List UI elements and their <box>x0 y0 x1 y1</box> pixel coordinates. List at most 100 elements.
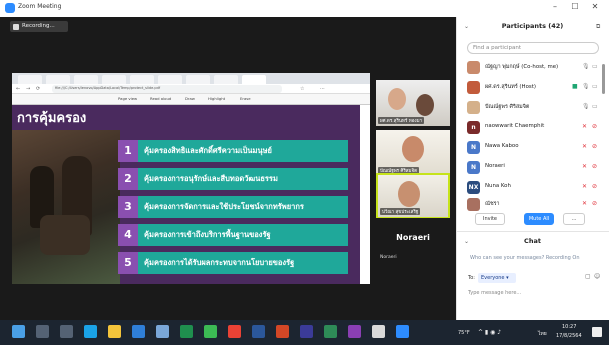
powerpoint-icon[interactable] <box>276 325 289 338</box>
tool-highlight[interactable]: Highlight <box>208 96 225 101</box>
star-icon[interactable]: ☆ <box>300 86 304 92</box>
browser-tab[interactable] <box>158 75 182 84</box>
tool-page-view[interactable]: Page view <box>118 96 137 101</box>
notification-icon[interactable] <box>592 327 602 337</box>
word-icon[interactable] <box>252 325 265 338</box>
panel-divider <box>456 231 609 232</box>
line-icon[interactable] <box>204 325 217 338</box>
participant-row[interactable]: ปัณณ์ฐพร ศิริสมจิต 🎙 ▭ <box>464 99 600 116</box>
participant-row[interactable]: n naowwarit Chaemphit ✕ ⊘ <box>464 119 600 136</box>
more-options-button[interactable]: ... <box>563 213 585 225</box>
microphone-muted-icon[interactable]: ✕ <box>582 200 587 207</box>
microphone-muted-icon[interactable]: ✕ <box>582 183 587 190</box>
participant-row[interactable]: ณัชรา ✕ ⊘ <box>464 196 600 213</box>
tool-draw[interactable]: Draw <box>185 96 195 101</box>
minimize-button[interactable]: – <box>548 2 562 11</box>
microphone-muted-icon[interactable]: ✕ <box>582 123 587 130</box>
participant-avatar: N <box>467 161 480 174</box>
excel-icon[interactable] <box>180 325 193 338</box>
search-icon[interactable] <box>36 325 49 338</box>
browser-tab-active[interactable] <box>242 75 266 84</box>
back-icon[interactable]: ← <box>16 86 20 92</box>
chat-recipient-select[interactable]: Everyone ▾ <box>478 273 516 283</box>
video-off-icon[interactable]: ⊘ <box>592 163 597 170</box>
store-icon[interactable] <box>132 325 145 338</box>
popout-icon[interactable]: ⧉ <box>596 23 600 31</box>
video-off-icon[interactable]: ⊘ <box>592 123 597 130</box>
video-icon[interactable]: ▭ <box>592 83 598 90</box>
participant-row[interactable]: ณัฐญา พุ่มกฤษ์ (Co-host, me) 🎙 ▭ <box>464 59 600 76</box>
participant-name: ณัชรา <box>485 201 500 207</box>
start-icon[interactable] <box>12 325 25 338</box>
title-bar <box>0 0 609 17</box>
chat-notice[interactable]: Who can see your messages? Recording On <box>470 255 580 261</box>
video-off-icon[interactable]: ⊘ <box>592 183 597 190</box>
chat-message-input[interactable]: Type message here... <box>468 290 521 296</box>
video-tile-active[interactable]: ปวีณา สุขประเสริฐ <box>376 173 450 219</box>
url-field[interactable]: file:///C:/Users/lenovo/AppData/Local/Te… <box>52 85 282 93</box>
emoji-icon[interactable]: ☺ <box>594 273 600 280</box>
app-icon[interactable] <box>300 325 313 338</box>
tray-icons[interactable]: ^ ▮ ◉ ♪ <box>478 329 501 336</box>
file-icon[interactable]: ▢ <box>585 273 591 280</box>
tool-read-aloud[interactable]: Read aloud <box>150 96 171 101</box>
app-icon[interactable] <box>348 325 361 338</box>
slide-item-text: คุ้มครองการอนุรักษ์และสืบทอดวัฒนธรรม <box>138 168 348 190</box>
app-icon[interactable] <box>372 325 385 338</box>
participant-scrollbar[interactable] <box>602 64 605 94</box>
menu-dots-icon[interactable]: ⋯ <box>320 86 325 92</box>
participant-row[interactable]: N Noraeri ✕ ⊘ <box>464 159 600 176</box>
video-off-icon[interactable]: ⊘ <box>592 200 597 207</box>
participant-name: Nawa Kaboo <box>485 143 519 149</box>
video-name: Noraeri <box>380 255 397 260</box>
microphone-muted-icon[interactable]: ✕ <box>582 163 587 170</box>
close-button[interactable]: ✕ <box>588 2 602 11</box>
app-icon[interactable] <box>156 325 169 338</box>
participant-row[interactable]: ผศ.ดร.สุรินทร์ (Host) ■ 🎙 ▭ <box>464 79 600 96</box>
participant-name: naowwarit Chaemphit <box>485 123 545 129</box>
participant-row[interactable]: NX Nuna Koh ✕ ⊘ <box>464 179 600 196</box>
video-tile[interactable]: ผศ.ดร.สุรินทร์ ทองมา <box>376 80 450 126</box>
browser-tab[interactable] <box>130 75 154 84</box>
video-icon[interactable]: ▭ <box>592 63 598 70</box>
chat-to-label: To: <box>468 275 475 281</box>
slide-item-number: 5 <box>118 252 138 274</box>
forward-icon[interactable]: → <box>26 86 30 92</box>
refresh-icon[interactable]: ⟳ <box>36 86 40 92</box>
browser-tab[interactable] <box>18 75 42 84</box>
microphone-icon[interactable]: 🎙 <box>582 83 590 90</box>
video-icon[interactable]: ▭ <box>592 103 598 110</box>
video-tile[interactable]: ปัณณ์ฐพร ศิริสมจิต <box>376 130 450 176</box>
microphone-muted-icon[interactable]: ✕ <box>582 143 587 150</box>
edge-icon[interactable] <box>84 325 97 338</box>
file-explorer-icon[interactable] <box>108 325 121 338</box>
zoom-taskbar-icon[interactable] <box>396 325 409 338</box>
video-name: ผศ.ดร.สุรินทร์ ทองมา <box>378 117 425 124</box>
browser-tab[interactable] <box>46 75 70 84</box>
participant-search-input[interactable]: Find a participant <box>467 42 599 54</box>
task-view-icon[interactable] <box>60 325 73 338</box>
chat-collapse-icon[interactable]: ⌄ <box>464 238 469 245</box>
participant-face <box>398 181 420 207</box>
browser-tab[interactable] <box>214 75 238 84</box>
mute-all-button[interactable]: Mute All <box>524 213 554 225</box>
clock-time[interactable]: 10:27 <box>562 324 576 330</box>
clock-date[interactable]: 17/8/2564 <box>556 333 582 339</box>
video-off-icon[interactable]: ⊘ <box>592 143 597 150</box>
browser-tab[interactable] <box>74 75 98 84</box>
chrome-icon[interactable] <box>228 325 241 338</box>
app-icon[interactable] <box>324 325 337 338</box>
weather-temp[interactable]: 75°F <box>458 330 470 336</box>
invite-button[interactable]: Invite <box>475 213 505 225</box>
tool-erase[interactable]: Erase <box>240 96 251 101</box>
collapse-icon[interactable]: ⌄ <box>464 23 469 30</box>
microphone-icon[interactable]: 🎙 <box>582 63 590 70</box>
maximize-button[interactable]: ☐ <box>568 2 582 11</box>
participant-name: Nuna Koh <box>485 183 511 189</box>
microphone-icon[interactable]: 🎙 <box>582 103 590 110</box>
language-indicator[interactable]: ไทย <box>538 330 547 338</box>
participant-row[interactable]: N Nawa Kaboo ✕ ⊘ <box>464 139 600 156</box>
browser-tab[interactable] <box>102 75 126 84</box>
browser-tab[interactable] <box>186 75 210 84</box>
participant-name: ผศ.ดร.สุรินทร์ (Host) <box>485 84 536 90</box>
